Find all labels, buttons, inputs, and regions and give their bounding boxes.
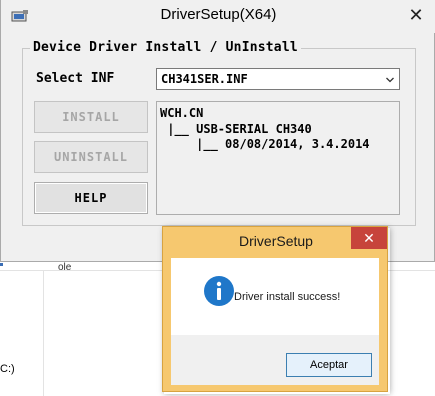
uninstall-button[interactable]: UNINSTALL (34, 141, 148, 173)
driver-info-vendor: WCH.CN (160, 106, 204, 120)
accept-button[interactable]: Aceptar (286, 353, 372, 377)
background-edge-mark (0, 263, 3, 266)
driver-info-version: |__ 08/08/2014, 3.4.2014 (160, 137, 370, 151)
background-tab-label: ole (58, 262, 72, 273)
inf-select[interactable]: CH341SER.INF (156, 68, 400, 90)
title-bar[interactable]: DriverSetup(X64) ✕ (1, 0, 435, 33)
install-button[interactable]: INSTALL (34, 101, 148, 133)
window-close-button[interactable]: ✕ (396, 2, 435, 28)
message-text: Driver install success! (234, 291, 341, 303)
background-divider-vertical (43, 270, 44, 396)
window-title: DriverSetup(X64) (160, 6, 277, 23)
info-icon (204, 276, 234, 306)
inf-select-value: CH341SER.INF (161, 72, 248, 86)
driver-info-panel: WCH.CN |__ USB-SERIAL CH340 |__ 08/08/20… (156, 101, 400, 215)
driver-info-device: |__ USB-SERIAL CH340 (160, 122, 312, 136)
chevron-down-icon (386, 77, 394, 83)
close-icon: ✕ (408, 5, 424, 25)
select-inf-label: Select INF (36, 71, 115, 86)
message-box-content: Driver install success! (171, 258, 379, 335)
close-icon: ✕ (363, 230, 375, 246)
message-box: DriverSetup ✕ Driver install success! Ac… (162, 226, 388, 392)
group-title: Device Driver Install / UnInstall (30, 40, 301, 55)
message-box-close-button[interactable]: ✕ (351, 227, 387, 249)
help-button[interactable]: HELP (34, 182, 148, 214)
background-drive-label: C:) (0, 363, 15, 375)
